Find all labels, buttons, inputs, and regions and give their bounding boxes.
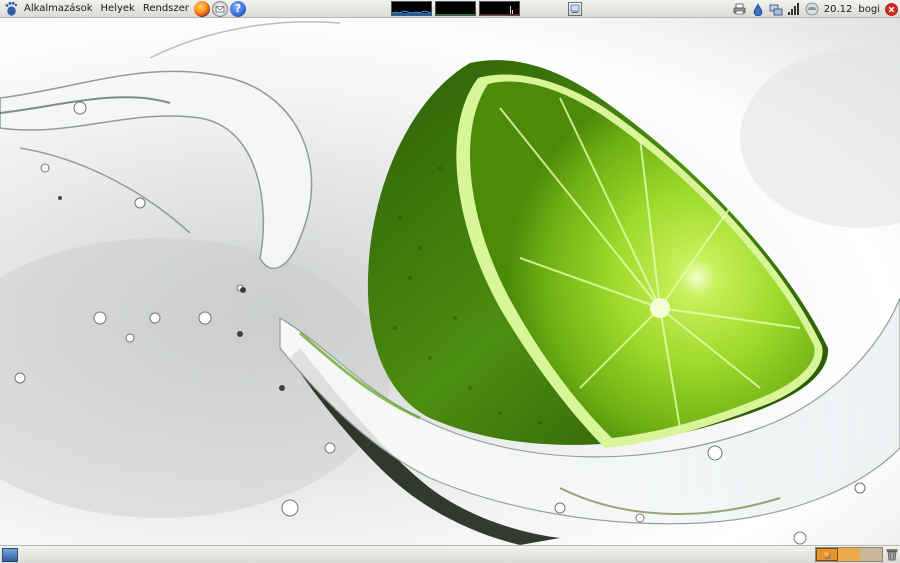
printer-icon[interactable] bbox=[733, 2, 747, 16]
firefox-window-icon bbox=[823, 550, 831, 559]
weather-icon[interactable] bbox=[805, 2, 819, 16]
system-menu[interactable]: Rendszer bbox=[139, 0, 193, 18]
workspace-2[interactable] bbox=[838, 548, 860, 561]
evolution-icon[interactable] bbox=[211, 0, 228, 17]
user-switcher[interactable]: bogi bbox=[858, 4, 880, 15]
signal-strength-icon[interactable] bbox=[787, 2, 801, 16]
applications-menu[interactable]: Alkalmazások bbox=[20, 0, 97, 18]
bottom-panel bbox=[0, 545, 900, 563]
workspace-1[interactable] bbox=[816, 548, 838, 561]
firefox-icon[interactable] bbox=[193, 0, 210, 17]
places-menu[interactable]: Helyek bbox=[97, 0, 139, 18]
desktop[interactable] bbox=[0, 18, 900, 545]
workspace-switcher[interactable] bbox=[815, 547, 883, 562]
top-panel: Alkalmazások Helyek Rendszer ? 20.12 bog… bbox=[0, 0, 900, 18]
clock[interactable]: 20.12 bbox=[824, 4, 853, 15]
trash-icon[interactable] bbox=[886, 548, 898, 561]
lime-wallpaper bbox=[0, 18, 900, 545]
drop-icon[interactable] bbox=[751, 2, 765, 16]
show-desktop-applet-icon[interactable] bbox=[568, 2, 582, 16]
shutdown-icon[interactable] bbox=[884, 2, 898, 16]
network-graph[interactable] bbox=[479, 1, 520, 16]
memory-graph[interactable] bbox=[435, 1, 476, 16]
help-icon[interactable]: ? bbox=[229, 0, 246, 17]
show-desktop-button[interactable] bbox=[2, 547, 18, 562]
gnome-foot-icon[interactable] bbox=[2, 0, 20, 18]
network-manager-icon[interactable] bbox=[769, 2, 783, 16]
workspace-3[interactable] bbox=[860, 548, 882, 561]
cpu-graph[interactable] bbox=[391, 1, 432, 16]
